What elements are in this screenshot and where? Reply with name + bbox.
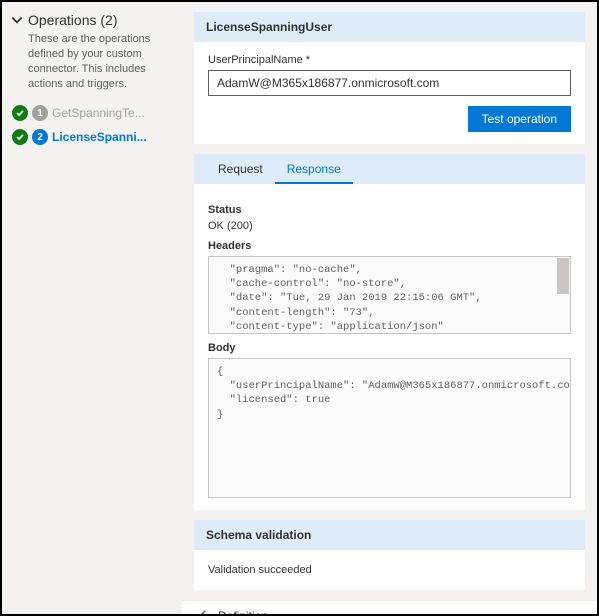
body-content: { "userPrincipalName": "AdamW@M365x18687… [217, 366, 571, 421]
operation-number: 2 [32, 129, 48, 145]
operations-title: Operations (2) [28, 12, 117, 28]
operation-panel-title: LicenseSpanningUser [194, 12, 585, 42]
operation-number: 1 [32, 105, 48, 121]
operation-label: LicenseSpanni... [52, 130, 147, 144]
userprincipalname-input[interactable] [208, 70, 571, 96]
status-label: Status [208, 204, 571, 216]
tab-response[interactable]: Response [275, 154, 353, 184]
operation-item-getspanning[interactable]: 1 GetSpanningTe... [10, 101, 174, 125]
operation-input-panel: LicenseSpanningUser UserPrincipalName * … [194, 12, 585, 144]
tab-request[interactable]: Request [206, 154, 275, 184]
test-operation-button[interactable]: Test operation [468, 106, 571, 132]
operations-header[interactable]: Operations (2) [10, 12, 174, 28]
headers-content: "pragma": "no-cache", "cache-control": "… [217, 264, 482, 334]
definition-link[interactable]: Definition [218, 609, 268, 614]
body-label: Body [208, 342, 571, 354]
body-textarea[interactable]: { "userPrincipalName": "AdamW@M365x18687… [208, 358, 571, 498]
request-response-tabs: Request Response [194, 154, 585, 184]
footer-nav: Definition [182, 600, 597, 614]
headers-label: Headers [208, 240, 571, 252]
check-icon [12, 105, 28, 121]
check-icon [12, 129, 28, 145]
response-panel: Request Response Status OK (200) Headers… [194, 154, 585, 510]
back-arrow-icon[interactable] [196, 609, 210, 614]
schema-validation-panel: Schema validation Validation succeeded [194, 520, 585, 590]
operations-sidebar: Operations (2) These are the operations … [2, 2, 182, 614]
schema-validation-result: Validation succeeded [194, 550, 585, 590]
chevron-down-icon [10, 13, 24, 27]
operation-label: GetSpanningTe... [52, 106, 145, 120]
main-content: LicenseSpanningUser UserPrincipalName * … [182, 2, 597, 614]
status-value: OK (200) [208, 220, 571, 232]
operation-item-licensespanning[interactable]: 2 LicenseSpanni... [10, 125, 174, 149]
operations-description: These are the operations defined by your… [28, 32, 174, 91]
scrollbar-icon[interactable] [557, 258, 569, 294]
field-label-userprincipalname: UserPrincipalName * [208, 54, 571, 66]
schema-validation-title: Schema validation [194, 520, 585, 550]
headers-textarea[interactable]: "pragma": "no-cache", "cache-control": "… [208, 256, 571, 334]
